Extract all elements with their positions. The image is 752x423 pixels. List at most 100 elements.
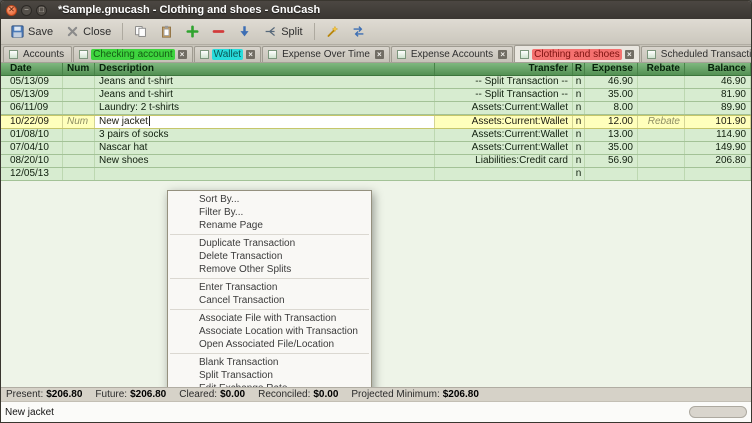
window-maximize-icon[interactable]: □ xyxy=(36,5,47,16)
cell-expense[interactable]: 35.00 xyxy=(585,89,638,101)
cell-rebate[interactable] xyxy=(638,129,685,141)
cell-r[interactable]: n xyxy=(573,76,585,88)
cell-description[interactable]: Jeans and t-shirt xyxy=(95,89,435,101)
cell-r[interactable]: n xyxy=(573,116,585,128)
menu-item-filter-by[interactable]: Filter By... xyxy=(169,206,370,219)
menu-item-duplicate-transaction[interactable]: Duplicate Transaction xyxy=(169,237,370,250)
menu-item-blank-transaction[interactable]: Blank Transaction xyxy=(169,356,370,369)
cell-expense[interactable]: 13.00 xyxy=(585,129,638,141)
cell-date[interactable]: 08/20/10 xyxy=(1,155,63,167)
cell-balance[interactable] xyxy=(685,168,751,180)
menu-item-rename-page[interactable]: Rename Page xyxy=(169,219,370,232)
cell-num[interactable] xyxy=(63,142,95,154)
duplicate-transaction-button[interactable] xyxy=(128,22,153,41)
tab-expense-accounts[interactable]: Expense Accounts× xyxy=(391,46,513,62)
tab-scheduled-transactions[interactable]: Scheduled Transactions× xyxy=(641,46,751,62)
cell-balance[interactable]: 46.90 xyxy=(685,76,751,88)
tab-close-icon[interactable]: × xyxy=(625,50,634,59)
cell-num[interactable] xyxy=(63,89,95,101)
cell-description[interactable]: 3 pairs of socks xyxy=(95,129,435,141)
transaction-row[interactable]: 07/04/10 Nascar hatAssets:Current:Walletn… xyxy=(1,142,751,155)
cell-transfer[interactable]: -- Split Transaction -- xyxy=(435,89,573,101)
menu-item-cancel-transaction[interactable]: Cancel Transaction xyxy=(169,294,370,307)
cell-rebate[interactable] xyxy=(638,155,685,167)
cell-expense[interactable]: 46.90 xyxy=(585,76,638,88)
column-header-date[interactable]: Date xyxy=(1,63,63,75)
cell-balance[interactable]: 89.90 xyxy=(685,102,751,114)
column-header-expense[interactable]: Expense xyxy=(585,63,638,75)
window-minimize-icon[interactable]: − xyxy=(21,5,32,16)
save-button[interactable]: Save xyxy=(5,22,59,41)
menu-item-associate-file-with-transaction[interactable]: Associate File with Transaction xyxy=(169,312,370,325)
cell-transfer[interactable] xyxy=(435,168,573,180)
cell-description[interactable]: Laundry: 2 t-shirts xyxy=(95,102,435,114)
tab-expense-over-time[interactable]: Expense Over Time× xyxy=(262,46,390,62)
transaction-row[interactable]: 01/08/103 pairs of socksAssets:Current:W… xyxy=(1,129,751,142)
cell-date[interactable]: 06/11/09 xyxy=(1,102,63,114)
enter-transaction-button[interactable] xyxy=(232,22,257,41)
cell-description[interactable]: Nascar hat xyxy=(95,142,435,154)
cell-expense[interactable] xyxy=(585,168,638,180)
cell-rebate[interactable] xyxy=(638,76,685,88)
window-close-icon[interactable]: ✕ xyxy=(6,5,17,16)
cell-rebate[interactable] xyxy=(638,142,685,154)
menu-item-enter-transaction[interactable]: Enter Transaction xyxy=(169,281,370,294)
cell-rebate[interactable] xyxy=(638,89,685,101)
tab-checking-account[interactable]: Checking account× xyxy=(73,46,193,62)
cell-num[interactable] xyxy=(63,168,95,180)
cell-num[interactable]: Num xyxy=(63,116,95,128)
cell-date[interactable]: 07/04/10 xyxy=(1,142,63,154)
transaction-row[interactable]: 08/20/10New shoesLiabilities:Credit card… xyxy=(1,155,751,168)
split-button[interactable]: Split xyxy=(258,22,308,41)
cell-num[interactable] xyxy=(63,76,95,88)
menu-item-sort-by[interactable]: Sort By... xyxy=(169,193,370,206)
transaction-row[interactable]: 05/13/09Jeans and t-shirt-- Split Transa… xyxy=(1,76,751,89)
cell-balance[interactable]: 149.90 xyxy=(685,142,751,154)
tab-close-icon[interactable]: × xyxy=(246,50,255,59)
tab-wallet[interactable]: Wallet× xyxy=(194,46,261,62)
cell-balance[interactable]: 101.90 xyxy=(685,116,751,128)
cell-rebate[interactable] xyxy=(638,102,685,114)
cell-date[interactable]: 05/13/09 xyxy=(1,76,63,88)
cell-transfer[interactable]: Assets:Current:Wallet xyxy=(435,116,573,128)
transaction-row[interactable]: 12/05/13n xyxy=(1,168,751,181)
menu-item-remove-other-splits[interactable]: Remove Other Splits xyxy=(169,263,370,276)
tab-close-icon[interactable]: × xyxy=(375,50,384,59)
cell-rebate[interactable] xyxy=(638,168,685,180)
cell-date[interactable]: 10/22/09 xyxy=(1,116,63,128)
column-header-transfer[interactable]: Transfer xyxy=(435,63,573,75)
cell-expense[interactable]: 56.90 xyxy=(585,155,638,167)
transaction-row[interactable]: 06/11/09 Laundry: 2 t-shirtsAssets:Curren… xyxy=(1,102,751,115)
column-header-balance[interactable]: Balance xyxy=(685,63,751,75)
transaction-row-selected[interactable]: 10/22/09NumNew jacketAssets:Current:Wall… xyxy=(1,115,751,129)
menu-item-split-transaction[interactable]: Split Transaction xyxy=(169,369,370,382)
cell-balance[interactable]: 81.90 xyxy=(685,89,751,101)
cell-date[interactable]: 12/05/13 xyxy=(1,168,63,180)
cell-r[interactable]: n xyxy=(573,155,585,167)
tab-close-icon[interactable]: × xyxy=(498,50,507,59)
transaction-row[interactable]: 05/13/09Jeans and t-shirt-- Split Transa… xyxy=(1,89,751,102)
cell-transfer[interactable]: Assets:Current:Wallet xyxy=(435,142,573,154)
cell-description[interactable]: New jacket xyxy=(95,116,435,128)
cell-expense[interactable]: 8.00 xyxy=(585,102,638,114)
cell-num[interactable] xyxy=(63,102,95,114)
menu-item-open-associated-file-location[interactable]: Open Associated File/Location xyxy=(169,338,370,351)
cell-transfer[interactable]: Assets:Current:Wallet xyxy=(435,129,573,141)
cell-transfer[interactable]: -- Split Transaction -- xyxy=(435,76,573,88)
close-button[interactable]: Close xyxy=(60,22,117,41)
tab-clothing-and-shoes[interactable]: Clothing and shoes× xyxy=(514,45,640,62)
column-header-num[interactable]: Num xyxy=(63,63,95,75)
cell-rebate[interactable]: Rebate xyxy=(638,116,685,128)
cell-r[interactable]: n xyxy=(573,142,585,154)
add-transaction-button[interactable] xyxy=(180,22,205,41)
cell-num[interactable] xyxy=(63,129,95,141)
transfer-button[interactable] xyxy=(346,22,371,41)
column-header-description[interactable]: Description xyxy=(95,63,435,75)
column-header-rebate[interactable]: Rebate xyxy=(638,63,685,75)
cell-num[interactable] xyxy=(63,155,95,167)
cell-r[interactable]: n xyxy=(573,102,585,114)
blank-transaction-button[interactable] xyxy=(320,22,345,41)
column-header-r[interactable]: R xyxy=(573,63,585,75)
menu-item-delete-transaction[interactable]: Delete Transaction xyxy=(169,250,370,263)
cell-transfer[interactable]: Assets:Current:Wallet xyxy=(435,102,573,114)
